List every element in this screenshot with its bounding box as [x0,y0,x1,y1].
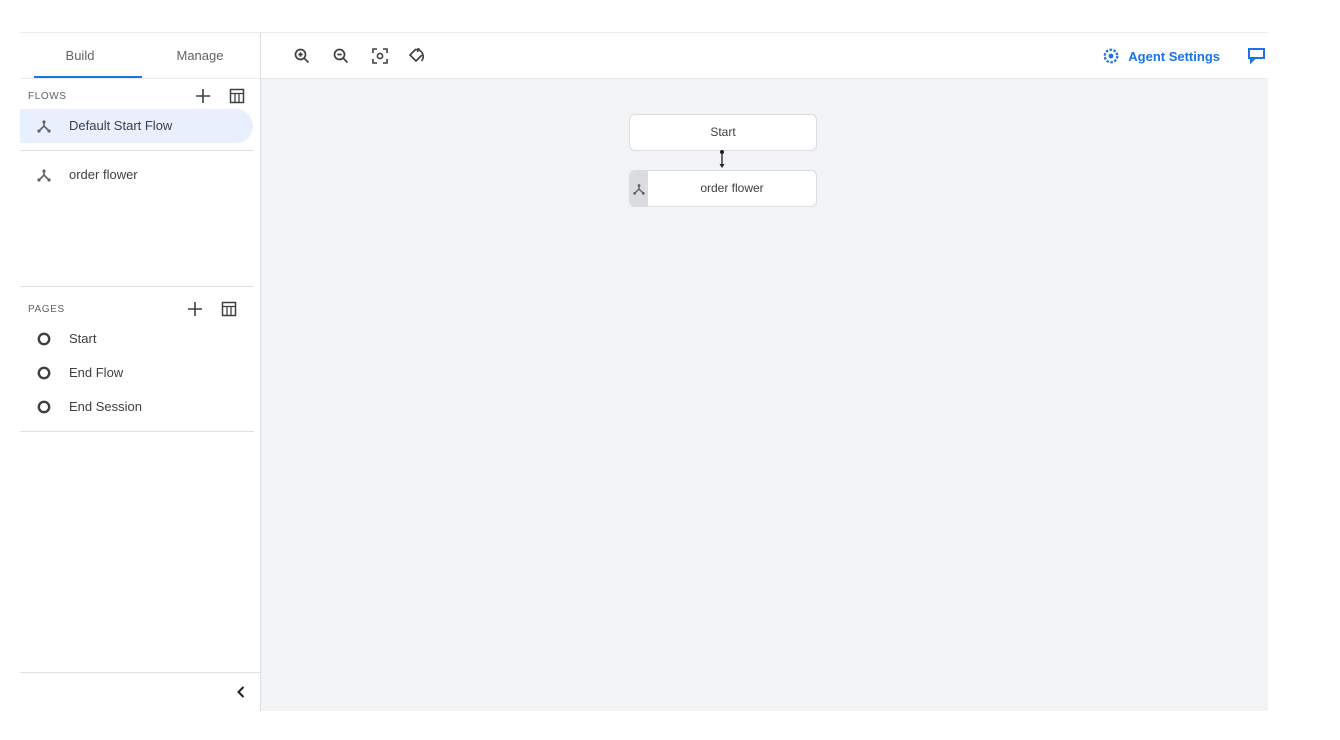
tab-manage[interactable]: Manage [140,33,260,78]
page-item-end-session[interactable]: End Session [20,390,253,424]
agent-settings-label: Agent Settings [1128,48,1220,64]
flow-node-tag [630,171,648,206]
pages-header: PAGES [20,290,260,322]
pages-section-label: PAGES [28,304,65,315]
fit-screen-icon [372,48,388,64]
sidebar: Build Manage FLOWS Default Start Flow or… [20,33,261,711]
add-page-button[interactable] [184,298,206,320]
flow-item-label: order flower [69,167,138,182]
chat-icon [1248,48,1265,65]
collapse-sidebar-button[interactable] [232,683,250,701]
transition-arrow [719,150,725,168]
manage-pages-table-button[interactable] [218,298,240,320]
start-node[interactable]: Start [629,114,817,151]
fit-to-screen-button[interactable] [369,45,391,67]
zoom-in-icon [294,48,310,64]
gear-icon [1103,48,1119,64]
page-circle-icon [37,332,51,346]
zoom-out-button[interactable] [330,45,352,67]
zoom-out-icon [333,48,349,64]
page-circle-icon [37,366,51,380]
table-icon [221,301,237,317]
flows-header: FLOWS [20,79,260,109]
page-circle-icon [37,400,51,414]
agent-settings-button[interactable]: Agent Settings [1102,45,1220,67]
add-icon [196,89,210,103]
active-tab-indicator [34,76,142,78]
page-item-label: Start [69,331,97,346]
page-item-label: End Session [69,399,142,414]
table-icon [229,88,245,104]
flow-item-label: Default Start Flow [69,118,173,133]
chevron-left-icon [237,686,245,698]
pages-divider [20,431,254,432]
flows-section-label: FLOWS [28,91,67,102]
page-item-start[interactable]: Start [20,322,253,356]
reset-rotate-icon [408,47,424,63]
add-icon [188,302,202,316]
sidebar-footer [20,672,260,711]
canvas-toolbar: Agent Settings [261,33,1268,79]
app-window: Build Manage FLOWS Default Start Flow or… [20,32,1268,711]
test-agent-chat-button[interactable] [1246,45,1268,67]
add-flow-button[interactable] [192,85,214,107]
flow-node-label: order flower [700,181,764,195]
page-item-label: End Flow [69,365,124,380]
reset-layout-button[interactable] [405,45,427,67]
zoom-in-button[interactable] [291,45,313,67]
manage-flows-table-button[interactable] [226,85,248,107]
order-flower-flow-node[interactable]: order flower [629,170,817,207]
flow-icon [37,120,51,133]
flow-item-default-start-flow[interactable]: Default Start Flow [20,109,253,143]
sidebar-tabs: Build Manage [20,33,260,79]
flow-item-order-flower[interactable]: order flower [20,158,253,192]
tab-build[interactable]: Build [20,33,140,78]
flow-icon [633,184,645,195]
flow-icon [37,169,51,182]
flow-canvas[interactable]: Start order flower [261,79,1268,711]
page-item-end-flow[interactable]: End Flow [20,356,253,390]
